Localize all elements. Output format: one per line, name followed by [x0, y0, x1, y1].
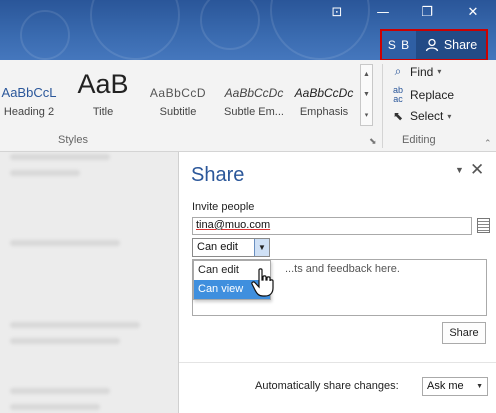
- styles-group-label: Styles: [58, 134, 88, 146]
- close-pane-icon[interactable]: ✕: [470, 160, 484, 180]
- replace-button[interactable]: ab ac Replace: [390, 86, 454, 104]
- select-label: Select: [410, 109, 444, 123]
- person-icon: [425, 38, 438, 52]
- style-name: Title: [92, 106, 114, 118]
- style-sample: AaBbCcDc: [224, 86, 284, 100]
- pane-title: Share: [191, 164, 245, 186]
- decorative-swirl: [90, 0, 180, 60]
- ribbon: AaBbCcL Heading 2 AaB Title AaBbCcD Subt…: [0, 60, 496, 152]
- invite-input[interactable]: tina@muo.com: [192, 217, 472, 235]
- replace-label: Replace: [410, 88, 455, 102]
- decorative-swirl: [20, 10, 70, 60]
- style-sample: AaB: [77, 69, 129, 99]
- find-label: Find: [410, 64, 434, 79]
- decorative-swirl: [270, 0, 370, 60]
- chevron-down-icon[interactable]: ▼: [254, 239, 269, 256]
- style-sample: AaBbCcDc: [294, 86, 354, 100]
- chevron-down-icon: ▾: [437, 67, 442, 76]
- style-title[interactable]: AaB Title: [72, 64, 134, 128]
- auto-share-select[interactable]: Ask me ▼: [422, 377, 488, 396]
- share-button[interactable]: Share: [416, 31, 486, 59]
- document-area[interactable]: [0, 152, 180, 413]
- scroll-up-icon[interactable]: ▲: [363, 71, 370, 78]
- style-name: Heading 2: [3, 106, 55, 118]
- minimize-icon[interactable]: —: [372, 4, 394, 22]
- share-button-label: Share: [443, 38, 478, 52]
- style-subtitle[interactable]: AaBbCcD Subtitle: [142, 64, 214, 128]
- collapse-ribbon-icon[interactable]: ⌃: [484, 138, 492, 149]
- style-heading2[interactable]: AaBbCcL Heading 2: [0, 64, 64, 128]
- style-name: Subtitle: [159, 106, 197, 118]
- user-initials[interactable]: S B: [382, 38, 416, 52]
- select-arrow-icon: ⬉: [392, 109, 404, 123]
- message-text: ...ts and feedback here.: [285, 263, 400, 275]
- style-sample: AaBbCcD: [149, 86, 207, 100]
- restore-icon[interactable]: ❐: [416, 4, 438, 22]
- user-share-area: S B Share: [380, 29, 488, 60]
- ribbon-display-options-icon[interactable]: ⊡: [326, 4, 348, 22]
- blurred-text: [10, 154, 110, 160]
- chevron-down-icon: ▼: [476, 383, 483, 390]
- styles-dialog-launcher-icon[interactable]: ⬊: [369, 136, 377, 147]
- permission-select[interactable]: Can edit ▼: [192, 238, 270, 257]
- hand-cursor-icon: [251, 268, 274, 297]
- chevron-down-icon: ▾: [447, 111, 452, 121]
- title-bar: ⊡ — ❐ ✕ S B Share: [0, 0, 496, 60]
- blurred-text: [10, 388, 110, 394]
- blurred-text: [10, 404, 100, 410]
- style-subtle-emphasis[interactable]: AaBbCcDc Subtle Em...: [218, 64, 290, 128]
- gallery-scrollbar[interactable]: ▲ ▼ ▾: [360, 64, 373, 126]
- style-name: Emphasis: [299, 106, 349, 118]
- select-button[interactable]: ⬉ Select ▾: [390, 109, 451, 123]
- divider: [179, 362, 496, 363]
- magnifier-icon: ⌕: [394, 64, 402, 78]
- auto-share-value: Ask me: [427, 380, 464, 392]
- pane-options-icon[interactable]: ▼: [455, 165, 464, 175]
- editing-group-label: Editing: [402, 134, 436, 146]
- blurred-text: [10, 322, 140, 328]
- close-icon[interactable]: ✕: [462, 4, 484, 22]
- blurred-text: [10, 240, 120, 246]
- permission-value: Can edit: [197, 241, 238, 253]
- invite-label: Invite people: [192, 201, 255, 213]
- find-button[interactable]: ⌕ Find ▾: [390, 64, 442, 79]
- style-emphasis[interactable]: AaBbCcDc Emphasis: [290, 64, 358, 128]
- style-name: Subtle Em...: [224, 106, 284, 118]
- scroll-down-icon[interactable]: ▼: [363, 91, 370, 98]
- group-divider: [382, 64, 383, 148]
- blurred-text: [10, 170, 80, 176]
- blurred-text: [10, 338, 120, 344]
- share-pane: Share ▼ ✕ Invite people tina@muo.com ...…: [178, 152, 496, 413]
- decorative-swirl: [200, 0, 260, 50]
- styles-gallery: AaBbCcL Heading 2 AaB Title AaBbCcD Subt…: [0, 64, 358, 134]
- style-sample: AaBbCcL: [1, 85, 57, 100]
- share-submit-button[interactable]: Share: [442, 322, 486, 344]
- auto-share-label: Automatically share changes:: [255, 380, 399, 392]
- address-book-icon[interactable]: [477, 218, 490, 233]
- replace-icon: ab ac: [392, 85, 403, 104]
- gallery-more-icon[interactable]: ▾: [365, 111, 369, 119]
